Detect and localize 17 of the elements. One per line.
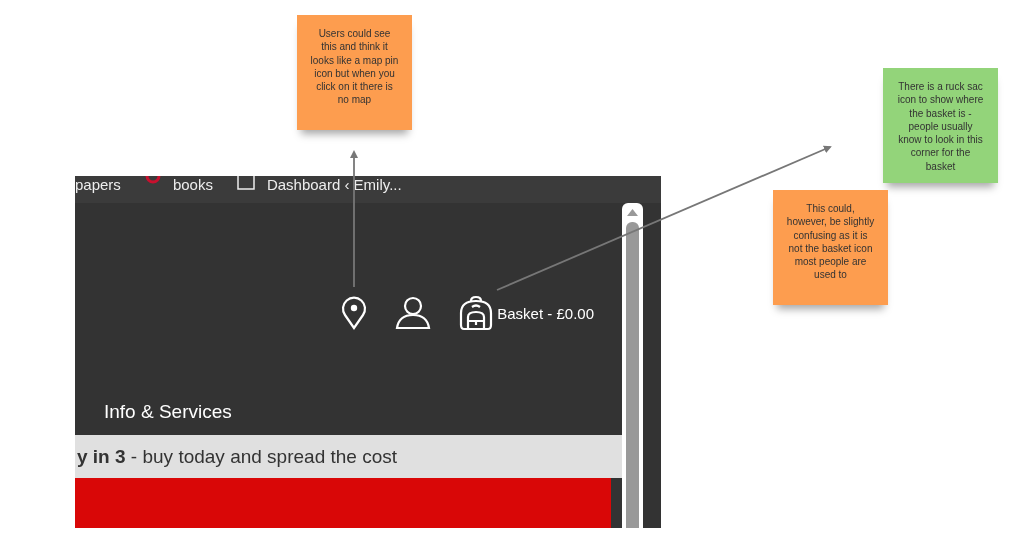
backpack-icon[interactable] (459, 295, 494, 331)
basket-link[interactable]: Basket - £0.00 (497, 304, 594, 322)
scrollbar[interactable] (622, 203, 643, 528)
user-icon[interactable] (395, 296, 432, 330)
bookmark-link[interactable]: papers (75, 176, 121, 193)
ring-icon (144, 176, 161, 186)
scroll-thumb[interactable] (626, 222, 639, 528)
promo-text: y in 3 - buy today and spread the cost (77, 445, 398, 468)
map-pin-icon[interactable] (341, 296, 368, 330)
bookmark-link[interactable]: Dashboard ‹ Emily... (266, 176, 402, 193)
sticky-note[interactable]: This could, however, be slightly confusing as it is not the basket icon most people are used to (773, 190, 888, 305)
page-icon (236, 176, 255, 190)
bookmark-link[interactable]: books (172, 176, 213, 193)
sticky-note[interactable]: Users could see this and think it looks like a map pin icon but when you click on it there is no map (297, 15, 412, 130)
nav-item[interactable]: Info & Services (104, 401, 232, 423)
scroll-up-icon[interactable] (627, 209, 638, 216)
sticky-note[interactable]: There is a ruck sac icon to show where the basket is - people usually know to look in this corner for the basket (883, 68, 998, 183)
